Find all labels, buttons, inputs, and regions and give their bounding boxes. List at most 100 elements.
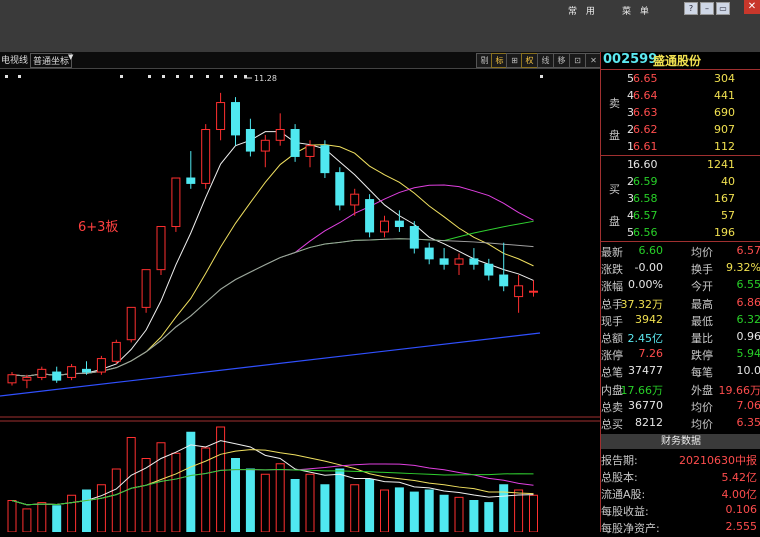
candle [217, 103, 225, 130]
high-price-label: 11.28 [254, 74, 277, 83]
volume-bar [530, 495, 538, 532]
chart-toolbar: 电视线 普通坐标 ▼ 剔 标 ⊞ 权 线 移 ⊡ ✕ [0, 52, 600, 69]
financial-value: 0.106 [726, 503, 758, 516]
candle [38, 369, 46, 377]
quote-label: 均价 [691, 399, 713, 415]
sell-price: 6.65 [633, 72, 658, 85]
toolbar-button-6[interactable]: 移 [553, 53, 570, 68]
candle [306, 146, 314, 157]
buy-label: 买盘 [609, 174, 620, 238]
quote-label: 最低 [691, 313, 713, 329]
menu-common[interactable]: 常 用 [568, 4, 598, 17]
candle [68, 367, 76, 378]
coord-mode-select[interactable]: 普通坐标 [30, 53, 72, 68]
candle [366, 200, 374, 232]
quote-label: 今开 [691, 278, 713, 294]
candle [187, 178, 195, 183]
candle [351, 194, 359, 205]
candle [276, 130, 284, 141]
buy-volume: 57 [721, 209, 735, 222]
candle [202, 130, 210, 184]
candle [53, 372, 61, 380]
ma20-line [12, 185, 534, 376]
marker-dot [176, 75, 179, 78]
sell-price: 6.61 [633, 140, 658, 153]
quote-label: 总卖 [601, 399, 623, 415]
window-title-bar: 常 用 菜 单 ? – ▭ ✕ [0, 0, 760, 52]
quote-value: 3942 [635, 313, 663, 326]
candle [291, 130, 299, 157]
volume-bar [381, 490, 389, 532]
quote-value: -0.00 [635, 261, 663, 274]
volume-bar [127, 438, 135, 533]
candle [530, 291, 538, 292]
candle [500, 275, 508, 286]
help-button[interactable]: ? [684, 2, 698, 15]
marker-dot [162, 75, 165, 78]
candle [410, 227, 418, 249]
volume-bar [83, 490, 91, 532]
close-button[interactable]: ✕ [744, 0, 760, 14]
volume-bars [8, 427, 538, 532]
candle [381, 221, 389, 232]
financial-title: 财务数据 [601, 434, 760, 449]
candle [112, 342, 120, 361]
toolbar-button-7[interactable]: ⊡ [569, 53, 586, 68]
financial-label: 总股本: [601, 469, 638, 485]
volume-bar [97, 485, 105, 532]
quote-value: 9.32% [726, 261, 760, 274]
buy-price: 6.58 [633, 192, 658, 205]
quote-value: 5.94 [737, 347, 760, 360]
volume-bar [246, 469, 254, 532]
sell-volume: 690 [714, 106, 735, 119]
panel-row: 涨幅0.00%今开6.55 [601, 276, 760, 295]
financial-value: 5.42亿 [722, 469, 758, 485]
volume-bar [8, 501, 16, 533]
candle [261, 140, 269, 151]
financial-value: 2.555 [726, 520, 758, 533]
toolbar-button-4[interactable]: 权 [521, 53, 538, 68]
minimize-button[interactable]: – [700, 2, 714, 15]
financial-label: 报告期: [601, 452, 638, 468]
quote-value: 10.0 [737, 364, 760, 377]
sell-price: 6.63 [633, 106, 658, 119]
quote-value: 37.32万 [621, 296, 664, 312]
candle [157, 227, 165, 270]
panel-row: 总卖36770均价7.06 [601, 397, 760, 416]
quote-label: 总笔 [601, 364, 623, 380]
panel-row: 总笔37477每笔10.0 [601, 362, 760, 381]
candle [97, 359, 105, 372]
panel-row: 总额2.45亿量比0.96 [601, 328, 760, 347]
quote-label: 总额 [601, 330, 623, 346]
quote-label: 涨跌 [601, 261, 623, 277]
restore-button[interactable]: ▭ [716, 2, 730, 15]
chevron-down-icon[interactable]: ▼ [68, 53, 73, 61]
kline-chart[interactable]: 6+3板 11.28 [0, 69, 600, 532]
sell-price: 6.64 [633, 89, 658, 102]
stock-name: 盛通股份 [653, 52, 701, 69]
volume-bar [470, 501, 478, 533]
panel-row: 最新6.60均价6.57 [601, 242, 760, 261]
quote-label: 总买 [601, 416, 623, 432]
panel-row: 内盘17.66万外盘19.66万 [601, 380, 760, 399]
volume-bar [112, 469, 120, 532]
ma250-line [0, 333, 540, 396]
financial-label: 每股净资产: [601, 520, 660, 536]
menu-main[interactable]: 菜 单 [622, 4, 652, 17]
sell-volume: 907 [714, 123, 735, 136]
stock-header: 002599 盛通股份 [601, 52, 760, 68]
quote-value: 7.26 [639, 347, 664, 360]
quote-value: 19.66万 [719, 382, 760, 398]
volume-bar [38, 503, 46, 532]
ma30-line [12, 221, 534, 376]
quote-value: 6.60 [639, 244, 664, 257]
volume-bar [321, 485, 329, 532]
volume-bar [306, 474, 314, 532]
sell-volume: 441 [714, 89, 735, 102]
indicator-label[interactable]: 电视线 [1, 53, 28, 66]
volume-bar [351, 485, 359, 532]
toolbar-button-5[interactable]: 线 [537, 53, 554, 68]
buy-price: 6.57 [633, 209, 658, 222]
volume-bar [395, 488, 403, 532]
candle [440, 259, 448, 264]
